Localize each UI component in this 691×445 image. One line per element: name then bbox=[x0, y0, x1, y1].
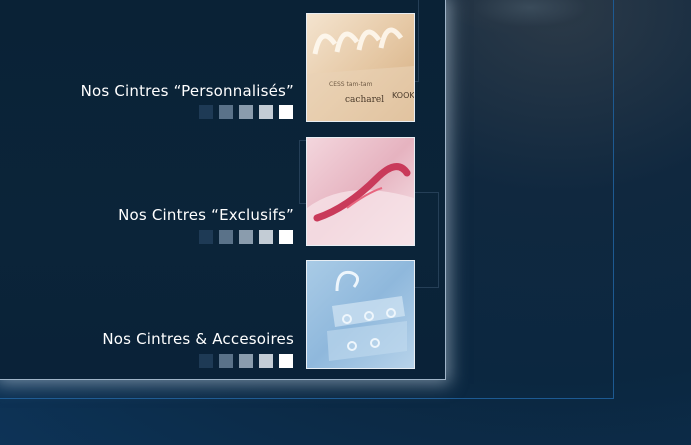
square-1 bbox=[199, 354, 213, 368]
connector-line bbox=[415, 192, 439, 288]
square-1 bbox=[199, 105, 213, 119]
square-indicator bbox=[199, 230, 293, 244]
square-2 bbox=[219, 105, 233, 119]
exclusive-hangers-photo[interactable] bbox=[306, 137, 415, 246]
square-1 bbox=[199, 230, 213, 244]
square-indicator bbox=[199, 354, 293, 368]
menu-item-personalized[interactable]: Nos Cintres “Personnalisés” bbox=[81, 82, 294, 100]
menu-item-label[interactable]: Nos Cintres “Personnalisés” bbox=[81, 82, 294, 100]
menu-panel: Nos Cintres “Personnalisés” CESS tam-tam… bbox=[0, 0, 446, 380]
menu-item-label[interactable]: Nos Cintres & Accesoires bbox=[102, 330, 294, 348]
brand-mark-kook: KOOK bbox=[392, 91, 414, 100]
square-4 bbox=[259, 354, 273, 368]
square-4 bbox=[259, 230, 273, 244]
menu-item-accessories[interactable]: Nos Cintres & Accesoires bbox=[102, 330, 294, 348]
square-3 bbox=[239, 105, 253, 119]
square-5 bbox=[279, 105, 293, 119]
hangers-accessories-photo[interactable] bbox=[306, 260, 415, 369]
square-4 bbox=[259, 105, 273, 119]
square-3 bbox=[239, 230, 253, 244]
brand-mark-cacharel: cacharel bbox=[345, 95, 384, 105]
personalized-hangers-photo[interactable]: CESS tam-tam cacharel KOOK bbox=[306, 13, 415, 122]
connector-line bbox=[415, 0, 419, 82]
square-5 bbox=[279, 354, 293, 368]
menu-item-label[interactable]: Nos Cintres “Exclusifs” bbox=[118, 206, 294, 224]
brand-mark-cess: CESS tam-tam bbox=[329, 81, 373, 88]
square-2 bbox=[219, 230, 233, 244]
menu-item-exclusive[interactable]: Nos Cintres “Exclusifs” bbox=[118, 206, 294, 224]
square-indicator bbox=[199, 105, 293, 119]
square-3 bbox=[239, 354, 253, 368]
square-2 bbox=[219, 354, 233, 368]
square-5 bbox=[279, 230, 293, 244]
